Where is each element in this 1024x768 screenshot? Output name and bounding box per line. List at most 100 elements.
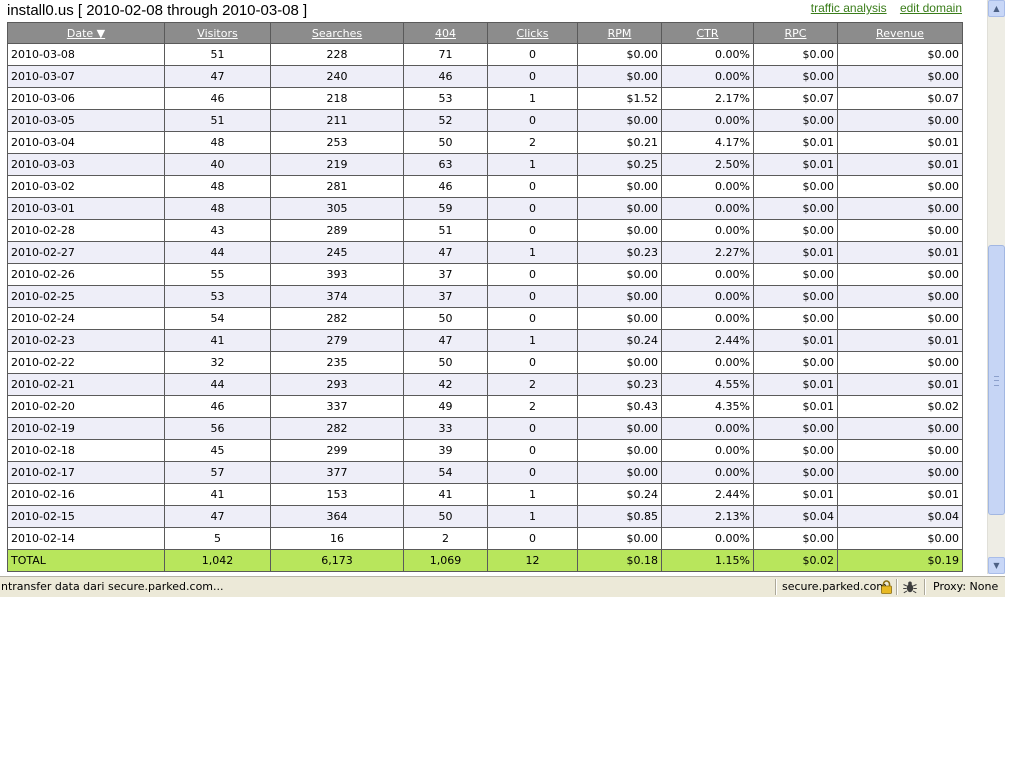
scroll-up-arrow-icon[interactable]: ▲ (988, 0, 1005, 17)
cell-rpm: $0.00 (577, 219, 662, 242)
status-message: ntransfer data dari secure.parked.com... (1, 580, 224, 593)
cell-searches: 279 (270, 329, 404, 352)
table-row: 2010-02-18 45 299 39 0 $0.00 0.00% $0.00 $0.00 (7, 439, 963, 462)
column-header-rpc[interactable]: RPC (753, 22, 838, 44)
cell-ctr: 0.00% (661, 285, 754, 308)
traffic-analysis-link[interactable]: traffic analysis (811, 1, 887, 15)
cell-rpm: $0.00 (577, 307, 662, 330)
cell-date: 2010-03-08 (7, 43, 165, 66)
cell-revenue: $0.00 (837, 351, 963, 374)
cell-clicks: 1 (487, 505, 578, 528)
proxy-status[interactable]: Proxy: None (933, 580, 998, 593)
cell-date: 2010-02-21 (7, 373, 165, 396)
cell-404: 53 (403, 87, 488, 110)
column-header-label[interactable]: Searches (312, 27, 362, 40)
column-header-label[interactable]: Revenue (876, 27, 924, 40)
column-header-label[interactable]: Clicks (517, 27, 549, 40)
cell-searches: 282 (270, 417, 404, 440)
cell-404: 50 (403, 131, 488, 154)
cell-visitors: 54 (164, 307, 271, 330)
column-header-clicks[interactable]: Clicks (487, 22, 578, 44)
column-header-label[interactable]: RPM (608, 27, 632, 40)
cell-revenue: $0.01 (837, 241, 963, 264)
total-cell-searches: 6,173 (270, 549, 404, 572)
cell-rpc: $0.00 (753, 417, 838, 440)
cell-rpc: $0.07 (753, 87, 838, 110)
cell-searches: 240 (270, 65, 404, 88)
table-row: 2010-03-05 51 211 52 0 $0.00 0.00% $0.00 $0.00 (7, 109, 963, 132)
cell-rpc: $0.00 (753, 219, 838, 242)
cell-searches: 235 (270, 351, 404, 374)
table-total-row: TOTAL 1,042 6,173 1,069 12 $0.18 1.15% $0.02 $0.… (7, 549, 963, 572)
cell-ctr: 2.50% (661, 153, 754, 176)
cell-ctr: 0.00% (661, 527, 754, 550)
column-header-revenue[interactable]: Revenue (837, 22, 963, 44)
scroll-down-arrow-icon[interactable]: ▼ (988, 557, 1005, 574)
column-header-label[interactable]: Visitors (197, 27, 237, 40)
cell-404: 33 (403, 417, 488, 440)
cell-revenue: $0.00 (837, 175, 963, 198)
cell-rpc: $0.00 (753, 263, 838, 286)
cell-rpm: $0.23 (577, 373, 662, 396)
cell-visitors: 47 (164, 65, 271, 88)
column-header-label[interactable]: Date ▼ (67, 27, 105, 40)
cell-rpc: $0.00 (753, 527, 838, 550)
cell-revenue: $0.00 (837, 263, 963, 286)
edit-domain-link[interactable]: edit domain (900, 1, 962, 15)
lock-icon[interactable] (880, 580, 893, 594)
vertical-scrollbar[interactable]: ▲ ▼ (987, 0, 1005, 574)
cell-date: 2010-02-19 (7, 417, 165, 440)
column-header-label[interactable]: CTR (696, 27, 718, 40)
cell-visitors: 5 (164, 527, 271, 550)
cell-rpm: $0.25 (577, 153, 662, 176)
column-header-date[interactable]: Date ▼ (7, 22, 165, 44)
cell-rpc: $0.01 (753, 329, 838, 352)
browser-content-area: install0.us [ 2010-02-08 through 2010-03… (0, 0, 1024, 574)
bug-icon[interactable] (902, 579, 918, 595)
cell-404: 47 (403, 241, 488, 264)
cell-clicks: 0 (487, 417, 578, 440)
cell-date: 2010-03-07 (7, 65, 165, 88)
cell-clicks: 2 (487, 395, 578, 418)
cell-revenue: $0.00 (837, 197, 963, 220)
cell-clicks: 1 (487, 483, 578, 506)
cell-rpm: $0.85 (577, 505, 662, 528)
scrollbar-thumb[interactable] (988, 245, 1005, 515)
cell-404: 54 (403, 461, 488, 484)
cell-revenue: $0.01 (837, 329, 963, 352)
table-row: 2010-02-19 56 282 33 0 $0.00 0.00% $0.00 $0.00 (7, 417, 963, 440)
cell-revenue: $0.00 (837, 439, 963, 462)
window-edge (1005, 0, 1024, 576)
cell-rpm: $0.23 (577, 241, 662, 264)
column-header-visitors[interactable]: Visitors (164, 22, 271, 44)
cell-revenue: $0.00 (837, 43, 963, 66)
column-header-label[interactable]: RPC (785, 27, 807, 40)
cell-revenue: $0.00 (837, 527, 963, 550)
column-header-label[interactable]: 404 (435, 27, 456, 40)
cell-clicks: 0 (487, 461, 578, 484)
table-row: 2010-02-27 44 245 47 1 $0.23 2.27% $0.01 $0.01 (7, 241, 963, 264)
cell-ctr: 0.00% (661, 109, 754, 132)
column-header-ctr[interactable]: CTR (661, 22, 754, 44)
cell-404: 52 (403, 109, 488, 132)
cell-rpm: $0.00 (577, 175, 662, 198)
stats-table: Date ▼ Visitors Searches 404 Clicks RPM CTR RPC… (7, 22, 963, 572)
column-header-rpm[interactable]: RPM (577, 22, 662, 44)
cell-visitors: 48 (164, 197, 271, 220)
cell-404: 37 (403, 285, 488, 308)
cell-ctr: 0.00% (661, 439, 754, 462)
cell-ctr: 0.00% (661, 175, 754, 198)
cell-searches: 218 (270, 87, 404, 110)
cell-revenue: $0.07 (837, 87, 963, 110)
cell-searches: 282 (270, 307, 404, 330)
column-header-404[interactable]: 404 (403, 22, 488, 44)
cell-revenue: $0.01 (837, 131, 963, 154)
cell-visitors: 51 (164, 43, 271, 66)
column-header-searches[interactable]: Searches (270, 22, 404, 44)
cell-rpm: $0.21 (577, 131, 662, 154)
cell-visitors: 46 (164, 87, 271, 110)
cell-visitors: 44 (164, 373, 271, 396)
cell-searches: 293 (270, 373, 404, 396)
cell-date: 2010-02-28 (7, 219, 165, 242)
cell-visitors: 45 (164, 439, 271, 462)
